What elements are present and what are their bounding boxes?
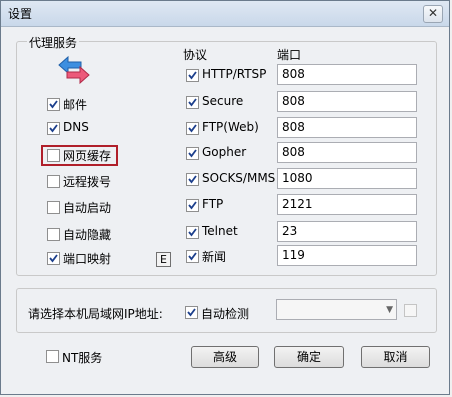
left-option-label: DNS (63, 120, 89, 134)
protocol-checkbox[interactable] (186, 226, 199, 239)
protocol-checkbox[interactable] (186, 69, 199, 82)
highlight-box (41, 145, 118, 166)
left-option-label: 自动隐藏 (63, 228, 112, 242)
nt-service-checkbox[interactable] (46, 350, 59, 363)
nt-service-label: NT服务 (62, 351, 103, 365)
protocol-checkbox[interactable] (186, 250, 199, 263)
left-option-label: 远程拨号 (63, 175, 112, 189)
port-input[interactable]: 119 (277, 245, 417, 266)
protocol-label: Telnet (202, 224, 238, 238)
protocol-label: SOCKS/MMS (202, 171, 276, 185)
double-arrow-icon (57, 55, 91, 85)
lan-ip-label: 请选择本机局域网IP地址: (28, 307, 163, 321)
left-option-checkbox[interactable] (47, 175, 60, 188)
left-option-checkbox[interactable] (47, 98, 60, 111)
protocol-checkbox[interactable] (186, 147, 199, 160)
protocol-label: FTP(Web) (202, 120, 259, 134)
port-input[interactable]: 808 (277, 64, 417, 85)
proxy-group-label: 代理服务 (27, 34, 80, 51)
port-input[interactable]: 808 (277, 117, 417, 138)
lan-extra-checkbox[interactable] (404, 304, 417, 317)
ok-button[interactable]: 确定 (274, 346, 344, 368)
e-button-label: E (160, 253, 167, 266)
close-icon: ✕ (427, 6, 439, 20)
settings-window: 设置 ✕ 代理服务 邮件 DNS 网页缓存 远程拨号 自动启动 自动隐藏 端口映射 E 协议… (0, 0, 450, 395)
port-input[interactable]: 808 (277, 91, 417, 112)
protocol-label: HTTP/RTSP (202, 67, 267, 81)
left-option-label: 自动启动 (63, 201, 112, 215)
auto-detect-label: 自动检测 (201, 307, 250, 321)
advanced-button[interactable]: 高级 (191, 346, 259, 368)
ip-select[interactable]: ▼ (276, 299, 397, 320)
port-input[interactable]: 1080 (277, 168, 417, 189)
cancel-button[interactable]: 取消 (361, 346, 430, 368)
left-option-label: 端口映射 (63, 252, 112, 266)
port-input[interactable]: 23 (277, 221, 417, 242)
window-title: 设置 (8, 7, 33, 21)
auto-detect-checkbox[interactable] (185, 306, 198, 319)
chevron-down-icon: ▼ (386, 305, 393, 315)
protocol-checkbox[interactable] (186, 173, 199, 186)
left-option-label: 邮件 (63, 98, 88, 112)
protocol-label: 新闻 (202, 250, 227, 264)
protocol-label: Secure (202, 94, 244, 108)
port-header: 端口 (277, 48, 302, 62)
left-option-checkbox[interactable] (47, 252, 60, 265)
protocol-checkbox[interactable] (186, 96, 199, 109)
left-option-checkbox[interactable] (47, 201, 60, 214)
port-map-edit-button[interactable]: E (156, 252, 171, 267)
left-option-checkbox[interactable] (47, 228, 60, 241)
protocol-checkbox[interactable] (186, 122, 199, 135)
protocol-label: Gopher (202, 145, 247, 159)
protocol-checkbox[interactable] (186, 199, 199, 212)
left-option-checkbox[interactable] (47, 122, 60, 135)
protocol-label: FTP (202, 197, 224, 211)
port-input[interactable]: 2121 (277, 194, 417, 215)
title-bar: 设置 ✕ (1, 1, 449, 27)
close-button[interactable]: ✕ (423, 5, 443, 23)
port-input[interactable]: 808 (277, 142, 417, 163)
protocol-header: 协议 (183, 48, 208, 62)
